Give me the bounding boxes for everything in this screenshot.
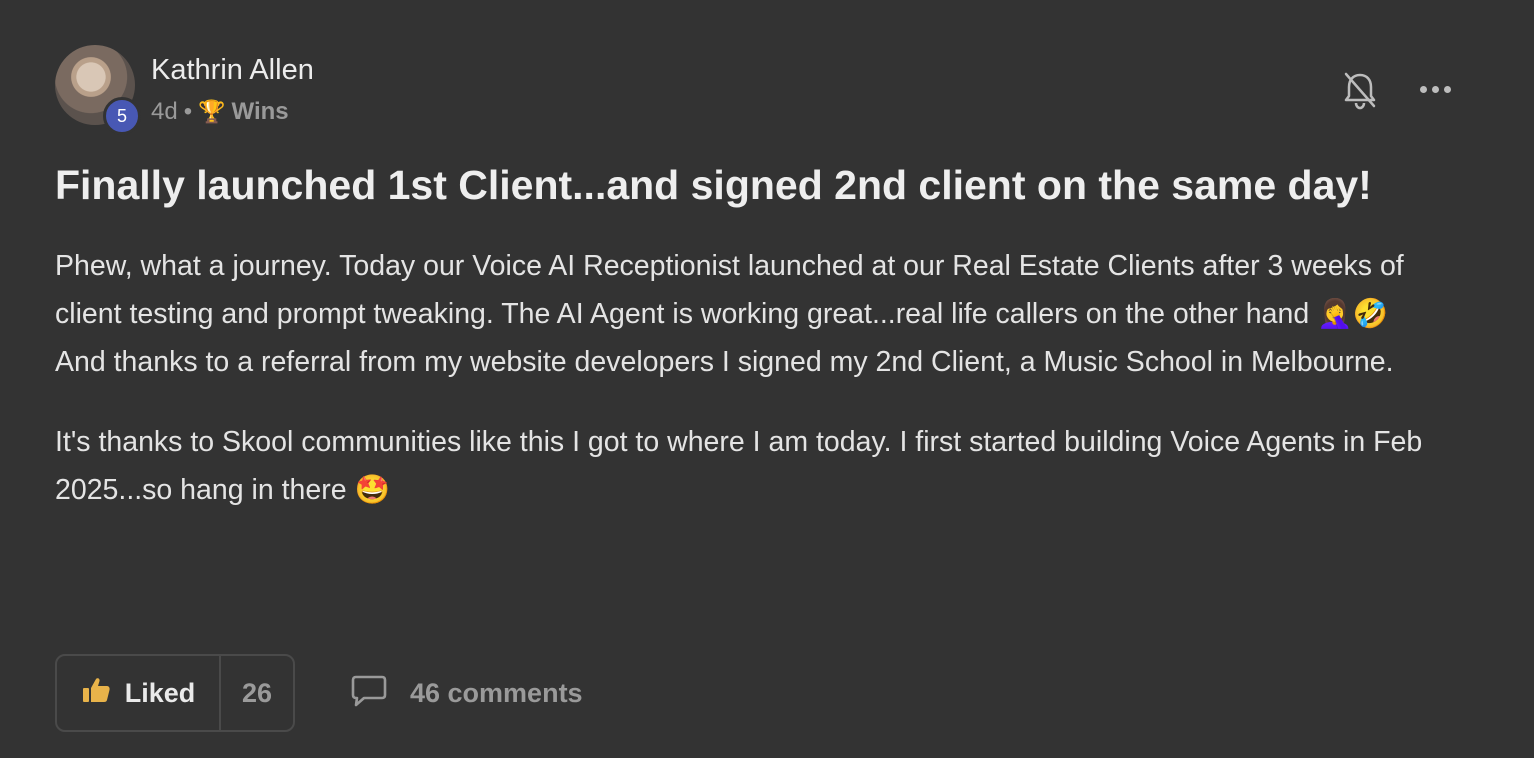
post-card: 5 Kathrin Allen 4d • 🏆 Wins Finally laun…	[0, 0, 1534, 758]
trophy-icon: 🏆	[198, 99, 226, 124]
author-name[interactable]: Kathrin Allen	[151, 54, 314, 87]
like-label: Liked	[124, 677, 196, 708]
post-title[interactable]: Finally launched 1st Client...and signed…	[55, 162, 1495, 209]
author-avatar-wrap[interactable]: 5	[55, 45, 141, 135]
comments-label: 46 comments	[410, 678, 583, 708]
thumbs-up-icon	[81, 676, 111, 711]
like-control: Liked 26	[55, 654, 295, 732]
post-paragraph: And thanks to a referral from my website…	[55, 346, 1394, 378]
level-badge: 5	[103, 97, 141, 135]
category-link[interactable]: Wins	[232, 98, 289, 126]
meta-separator: •	[183, 98, 193, 125]
post-body: Phew, what a journey. Today our Voice AI…	[55, 242, 1475, 514]
like-count[interactable]: 26	[221, 656, 293, 730]
like-button[interactable]: Liked	[57, 656, 221, 730]
post-time[interactable]: 4d	[151, 98, 178, 126]
more-dots-icon[interactable]	[1420, 78, 1458, 100]
post-meta: 4d • 🏆 Wins	[151, 98, 289, 126]
comment-bubble-icon	[350, 674, 388, 713]
post-paragraph: It's thanks to Skool communities like th…	[55, 426, 1423, 506]
comments-link[interactable]: 46 comments	[350, 674, 583, 713]
post-paragraph: Phew, what a journey. Today our Voice AI…	[55, 250, 1404, 330]
bell-off-icon[interactable]	[1342, 70, 1378, 110]
